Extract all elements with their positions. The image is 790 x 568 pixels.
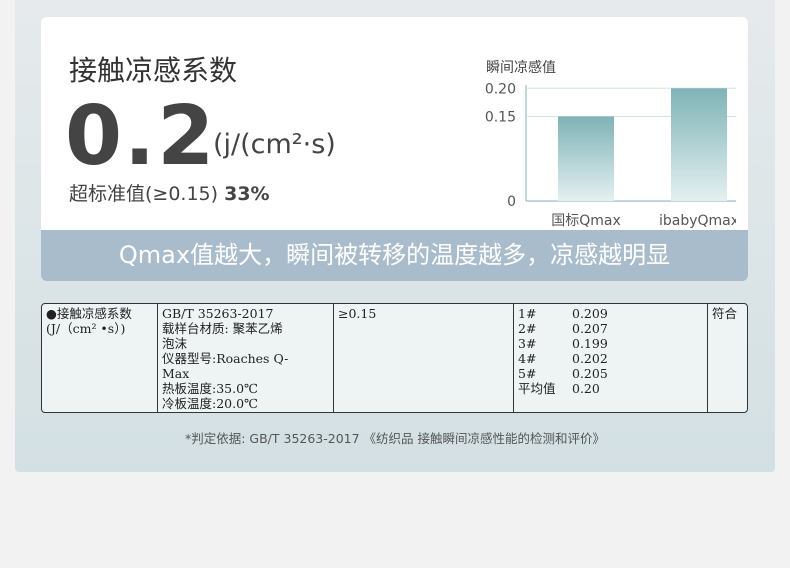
chart-title: 瞬间凉感值	[486, 59, 556, 76]
coefficient-value: 0.2	[65, 89, 217, 184]
judgment-basis: *判定依据: GB/T 35263-2017 《纺织品 接触瞬间凉感性能的检测和…	[184, 431, 606, 446]
y-tick-label: 0.20	[485, 81, 516, 97]
result-row: 5# 0.205	[518, 366, 703, 381]
item-line: ●接触凉感系数	[46, 306, 132, 321]
sample-id: 3#	[518, 336, 537, 351]
item-cell: ●接触凉感系数 (J/（cm² •s）)	[42, 304, 158, 412]
banner: Qmax值越大，瞬间被转移的温度越多，凉感越明显	[41, 230, 748, 281]
result-row: 3# 0.199	[518, 336, 703, 351]
sample-id: 5#	[518, 366, 537, 381]
result-row: 1# 0.209	[518, 306, 703, 321]
sample-value: 0.209	[572, 306, 608, 321]
sample-id: 1#	[518, 306, 537, 321]
x-tick-label: 国标Qmax	[551, 213, 621, 229]
exceed-label: 超标准值(≥0.15)	[69, 183, 219, 205]
exceed-text: 超标准值(≥0.15) 33%	[69, 179, 270, 206]
sample-id: 平均值	[518, 381, 556, 396]
x-tick-label: ibabyQmax	[659, 213, 736, 229]
results-cell: 1# 0.209 2# 0.207 3# 0.199 4# 0.202 5# 0.205 平均值 0.…	[514, 304, 708, 412]
result-row: 2# 0.207	[518, 321, 703, 336]
method-line: Max	[162, 366, 190, 381]
verdict-cell: 符合	[712, 306, 738, 321]
bar	[671, 88, 727, 201]
method-line: 泡沫	[162, 336, 188, 351]
sample-value: 0.207	[572, 321, 608, 336]
test-result-table: ●接触凉感系数 (J/（cm² •s）) GB/T 35263-2017 载样台材质…	[41, 303, 748, 413]
summary-card: 接触凉感系数 0.2 (j/(cm²·s) 超标准值(≥0.15) 33% 瞬间…	[41, 17, 748, 230]
method-cell: GB/T 35263-2017 载样台材质: 聚苯乙烯 泡沫 仪器型号:Roaches…	[158, 304, 334, 412]
result-row: 平均值 0.20	[518, 381, 703, 396]
sample-id: 4#	[518, 351, 537, 366]
page-title: 接触凉感系数	[69, 54, 238, 87]
exceed-value: 33%	[224, 183, 270, 205]
sample-value: 0.202	[572, 351, 608, 366]
bar	[558, 116, 614, 201]
standard-cell: ≥0.15	[334, 304, 514, 412]
method-line: 冷板温度:20.0℃	[162, 396, 259, 411]
sample-value: 0.199	[572, 336, 608, 351]
method-line: 仪器型号:Roaches Q-	[162, 351, 289, 366]
method-line: GB/T 35263-2017	[162, 306, 274, 321]
y-tick-label: 0.15	[485, 109, 516, 125]
sample-value: 0.205	[572, 366, 608, 381]
y-tick-label: 0	[507, 194, 516, 210]
bar-chart: 瞬间凉感值 0 0.15 0.20 国标Qmax ibabyQmax	[485, 59, 736, 229]
sample-value: 0.20	[572, 381, 600, 396]
method-line: 热板温度:35.0℃	[162, 381, 259, 396]
result-row: 4# 0.202	[518, 351, 703, 366]
coefficient-unit: (j/(cm²·s)	[213, 129, 336, 160]
sample-id: 2#	[518, 321, 537, 336]
method-line: 载样台材质: 聚苯乙烯	[162, 321, 283, 336]
item-line: (J/（cm² •s）)	[46, 321, 126, 336]
